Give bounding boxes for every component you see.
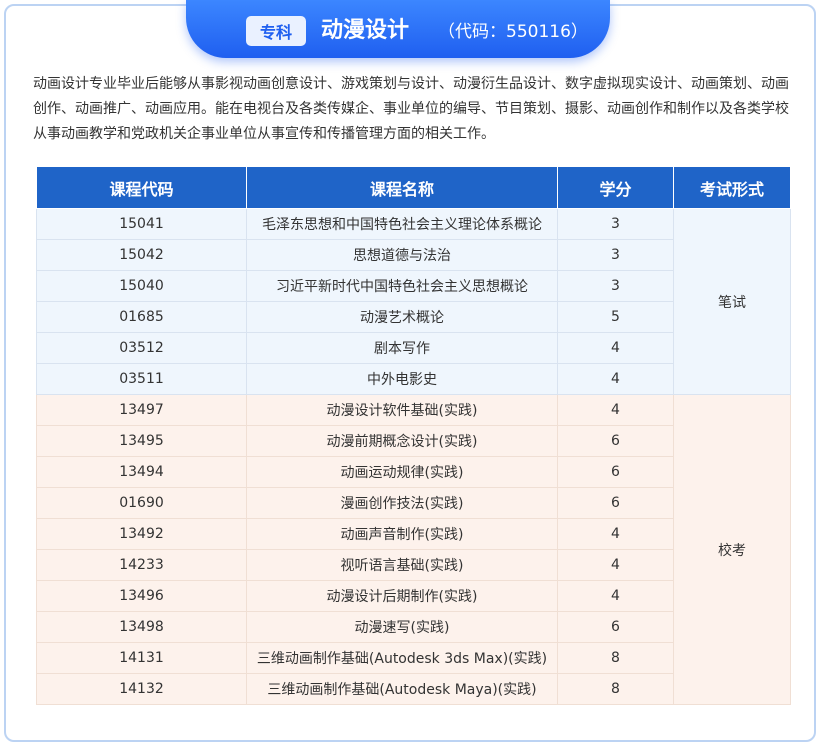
major-code: （代码：550116）	[438, 18, 588, 46]
major-code-close: ）	[570, 22, 588, 42]
course-code-cell: 13494	[36, 456, 247, 488]
major-code-value: 550116	[506, 22, 571, 42]
credit-cell: 4	[557, 394, 674, 426]
level-badge: 专科	[246, 16, 306, 46]
course-name-cell: 动漫速写(实践)	[246, 611, 558, 643]
credit-cell: 8	[557, 673, 674, 705]
course-name-cell: 三维动画制作基础(Autodesk 3ds Max)(实践)	[246, 642, 558, 674]
major-description: 动画设计专业毕业后能够从事影视动画创意设计、游戏策划与设计、动漫衍生品设计、数字…	[33, 76, 789, 142]
credit-cell: 6	[557, 456, 674, 488]
course-name-cell: 动漫前期概念设计(实践)	[246, 425, 558, 457]
course-name-cell: 习近平新时代中国特色社会主义思想概论	[246, 270, 558, 302]
credit-cell: 3	[557, 208, 674, 240]
credit-cell: 6	[557, 487, 674, 519]
course-name-cell: 漫画创作技法(实践)	[246, 487, 558, 519]
course-name-cell: 剧本写作	[246, 332, 558, 364]
course-code-cell: 03512	[36, 332, 247, 364]
course-table-body: 15041 毛泽东思想和中国特色社会主义理论体系概论 3 笔试 15042 思想道德与法治…	[36, 208, 791, 705]
header-credit: 学分	[557, 166, 674, 209]
course-name-cell: 动画运动规律(实践)	[246, 456, 558, 488]
course-code-cell: 14233	[36, 549, 247, 581]
credit-cell: 4	[557, 549, 674, 581]
header-course-name: 课程名称	[246, 166, 558, 209]
exam-mode-cell: 笔试	[673, 208, 791, 395]
credit-cell: 3	[557, 239, 674, 271]
course-code-cell: 15042	[36, 239, 247, 271]
course-name-cell: 动漫设计后期制作(实践)	[246, 580, 558, 612]
exam-mode-cell: 校考	[673, 394, 791, 705]
table-row: 13497 动漫设计软件基础(实践) 4 校考	[36, 394, 791, 705]
header-course-code: 课程代码	[36, 166, 247, 209]
header-exam-mode: 考试形式	[673, 166, 791, 209]
course-code-cell: 01690	[36, 487, 247, 519]
credit-cell: 6	[557, 425, 674, 457]
course-code-cell: 13497	[36, 394, 247, 426]
course-code-cell: 13496	[36, 580, 247, 612]
credit-cell: 4	[557, 363, 674, 395]
credit-cell: 8	[557, 642, 674, 674]
course-code-cell: 13498	[36, 611, 247, 643]
credit-cell: 5	[557, 301, 674, 333]
course-code-cell: 03511	[36, 363, 247, 395]
course-code-cell: 13495	[36, 425, 247, 457]
course-name-cell: 动画声音制作(实践)	[246, 518, 558, 550]
course-name-cell: 思想道德与法治	[246, 239, 558, 271]
table-row: 15041 毛泽东思想和中国特色社会主义理论体系概论 3 笔试	[36, 208, 791, 395]
course-code-cell: 15040	[36, 270, 247, 302]
course-name-cell: 毛泽东思想和中国特色社会主义理论体系概论	[246, 208, 558, 240]
credit-cell: 6	[557, 611, 674, 643]
credit-cell: 3	[557, 270, 674, 302]
course-table: 课程代码 课程名称 学分 考试形式 15041 毛泽东思想和中国特色社会主义理论体…	[36, 166, 791, 705]
credit-cell: 4	[557, 518, 674, 550]
major-code-open: （代码：	[438, 22, 506, 42]
course-name-cell: 动漫设计软件基础(实践)	[246, 394, 558, 426]
course-name-cell: 视听语言基础(实践)	[246, 549, 558, 581]
table-header-row: 课程代码 课程名称 学分 考试形式	[36, 166, 791, 209]
course-name-cell: 中外电影史	[246, 363, 558, 395]
credit-cell: 4	[557, 580, 674, 612]
course-code-cell: 13492	[36, 518, 247, 550]
course-code-cell: 15041	[36, 208, 247, 240]
course-name-cell: 动漫艺术概论	[246, 301, 558, 333]
major-title: 动漫设计	[321, 18, 410, 43]
course-code-cell: 14132	[36, 673, 247, 705]
course-name-cell: 三维动画制作基础(Autodesk Maya)(实践)	[246, 673, 558, 705]
course-code-cell: 14131	[36, 642, 247, 674]
credit-cell: 4	[557, 332, 674, 364]
course-code-cell: 01685	[36, 301, 247, 333]
